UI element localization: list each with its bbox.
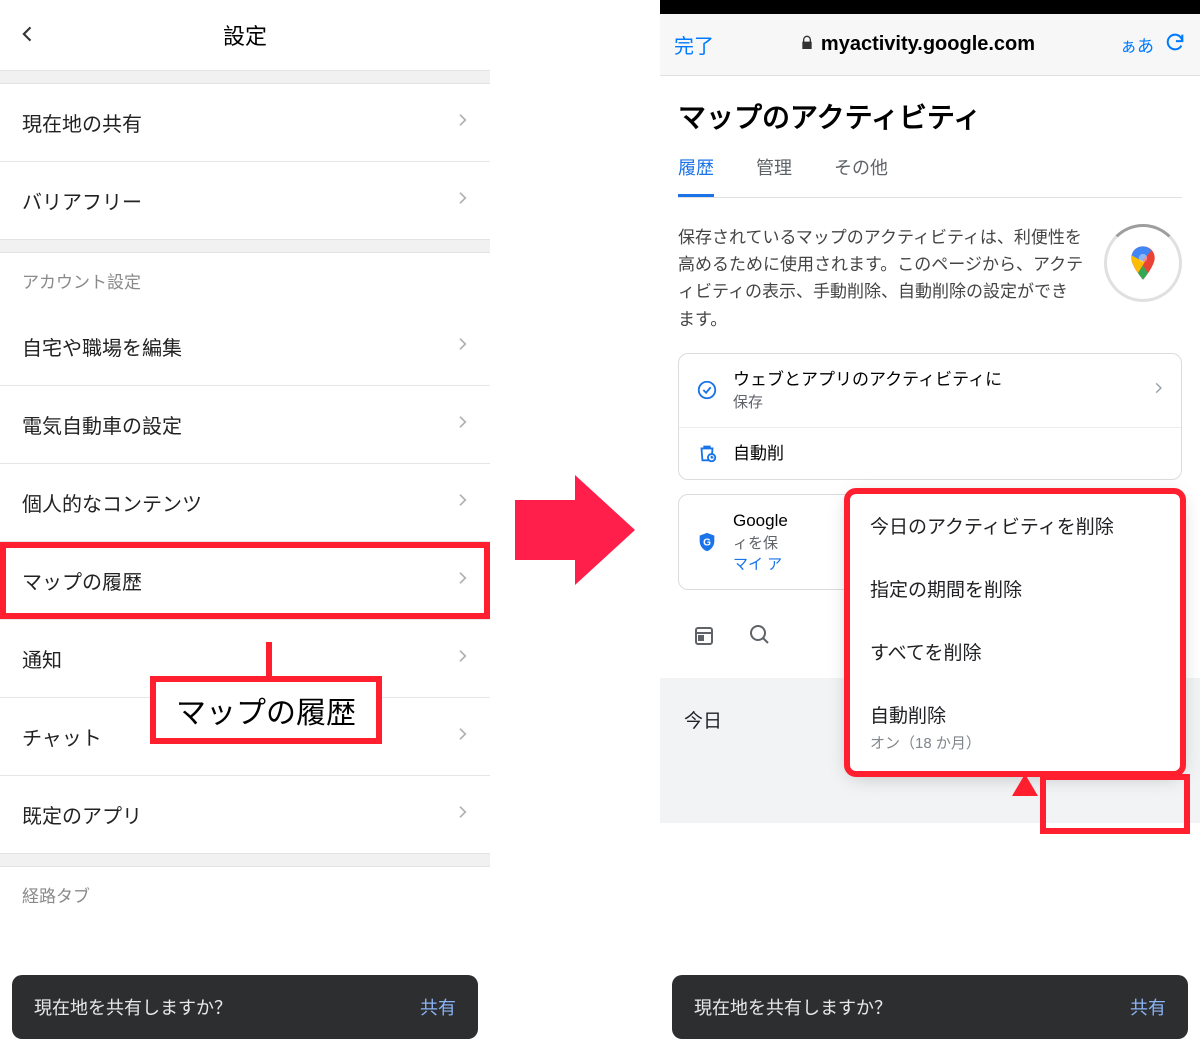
- activity-description: 保存されているマップのアクティビティは、利便性を高めるために使用されます。このペ…: [678, 224, 1084, 333]
- tab-history[interactable]: 履歴: [678, 154, 714, 197]
- share-location-toast: 現在地を共有しますか？ 共有: [672, 975, 1188, 1039]
- maps-pin-badge: [1104, 224, 1182, 302]
- row-default-apps[interactable]: 既定のアプリ: [0, 776, 490, 853]
- chevron-right-icon: [454, 189, 470, 212]
- chevron-right-icon: [454, 335, 470, 358]
- chevron-right-icon: [454, 569, 470, 592]
- back-button[interactable]: [18, 20, 48, 51]
- popup-auto-delete-label: 自動削除: [870, 706, 946, 727]
- status-bar: [660, 0, 1200, 14]
- card-web-app-activity: ウェブとアプリのアクティビティに 保存 自動削: [678, 353, 1182, 481]
- row-label: マップの履歴: [22, 566, 454, 595]
- search-icon[interactable]: [748, 623, 774, 649]
- popup-auto-delete[interactable]: 自動削除 オン（18 か月）: [850, 683, 1180, 771]
- card-row-web-activity[interactable]: ウェブとアプリのアクティビティに 保存: [679, 354, 1181, 427]
- arrow-right-icon: [515, 475, 635, 585]
- chevron-right-icon: [454, 647, 470, 670]
- tab-manage[interactable]: 管理: [756, 154, 792, 197]
- annotation-arrow-up: [1010, 774, 1040, 804]
- browser-header: 完了 myactivity.google.com ぁあ: [660, 14, 1200, 76]
- done-button[interactable]: 完了: [674, 30, 714, 59]
- section-route: 経路タブ: [0, 867, 490, 922]
- lock-icon: [799, 35, 815, 55]
- row-location-sharing[interactable]: 現在地の共有: [0, 84, 490, 161]
- row-label: 個人的なコンテンツ: [22, 488, 454, 517]
- row-label: 通知: [22, 644, 454, 673]
- popup-delete-all[interactable]: すべてを削除: [850, 620, 1180, 683]
- chevron-right-icon: [454, 413, 470, 436]
- popup-delete-today[interactable]: 今日のアクティビティを削除: [850, 494, 1180, 557]
- card-text-auto: 自動削: [733, 444, 784, 463]
- delete-popup: 今日のアクティビティを削除 指定の期間を削除 すべてを削除 自動削除 オン（18…: [850, 494, 1180, 771]
- section-account: アカウント設定: [0, 253, 490, 308]
- row-label: バリアフリー: [22, 186, 454, 215]
- toast-message: 現在地を共有しますか？: [34, 994, 420, 1020]
- popup-delete-range[interactable]: 指定の期間を削除: [850, 557, 1180, 620]
- row-personal-content[interactable]: 個人的なコンテンツ: [0, 464, 490, 541]
- chevron-right-icon: [454, 111, 470, 134]
- tab-other[interactable]: その他: [834, 154, 888, 197]
- row-barrier-free[interactable]: バリアフリー: [0, 162, 490, 239]
- transition-arrow: [490, 0, 660, 1059]
- toast-message: 現在地を共有しますか？: [694, 994, 1130, 1020]
- row-label: 現在地の共有: [22, 108, 454, 137]
- svg-text:G: G: [703, 538, 711, 549]
- section-label: 経路タブ: [22, 882, 470, 907]
- annotation-stem: [266, 642, 272, 678]
- auto-delete-icon: [695, 442, 719, 464]
- tabs: 履歴 管理 その他: [678, 154, 1182, 198]
- shield-g-icon: G: [695, 531, 719, 553]
- settings-pane: 設定 現在地の共有 バリアフリー アカウント設定 自宅や職場を編集 電気自動車の…: [0, 0, 490, 1059]
- chevron-right-icon: [454, 725, 470, 748]
- chevron-right-icon: [1151, 380, 1165, 400]
- row-label: 既定のアプリ: [22, 800, 454, 829]
- card-row-auto-delete[interactable]: 自動削: [679, 427, 1181, 480]
- reload-button[interactable]: [1164, 31, 1186, 59]
- check-circle-icon: [695, 379, 719, 401]
- address-bar[interactable]: myactivity.google.com: [724, 33, 1110, 56]
- toast-action-share[interactable]: 共有: [420, 994, 456, 1020]
- popup-auto-delete-sub: オン（18 か月）: [870, 732, 1160, 753]
- annotation-callout: マップの履歴: [150, 676, 382, 744]
- row-ev-settings[interactable]: 電気自動車の設定: [0, 386, 490, 463]
- toast-action-share[interactable]: 共有: [1130, 994, 1166, 1020]
- section-label: アカウント設定: [22, 268, 470, 293]
- card-text-sub: 保存: [733, 392, 1137, 413]
- row-label: 電気自動車の設定: [22, 410, 454, 439]
- activity-title: マップのアクティビティ: [678, 96, 1182, 136]
- row-label: 自宅や職場を編集: [22, 332, 454, 361]
- chevron-right-icon: [454, 491, 470, 514]
- row-edit-home-work[interactable]: 自宅や職場を編集: [0, 308, 490, 385]
- chevron-right-icon: [454, 803, 470, 826]
- activity-pane: 完了 myactivity.google.com ぁあ マップのアクティビティ …: [660, 0, 1200, 1059]
- row-maps-history[interactable]: マップの履歴: [0, 542, 490, 619]
- url-text: myactivity.google.com: [821, 33, 1035, 56]
- page-title: 設定: [48, 19, 442, 51]
- annotation-text: マップの履歴: [176, 697, 356, 730]
- card-text-top: ウェブとアプリのアクティビティに: [733, 368, 1137, 392]
- text-size-button[interactable]: ぁあ: [1120, 32, 1154, 57]
- calendar-icon[interactable]: [692, 623, 718, 649]
- share-location-toast: 現在地を共有しますか？ 共有: [12, 975, 478, 1039]
